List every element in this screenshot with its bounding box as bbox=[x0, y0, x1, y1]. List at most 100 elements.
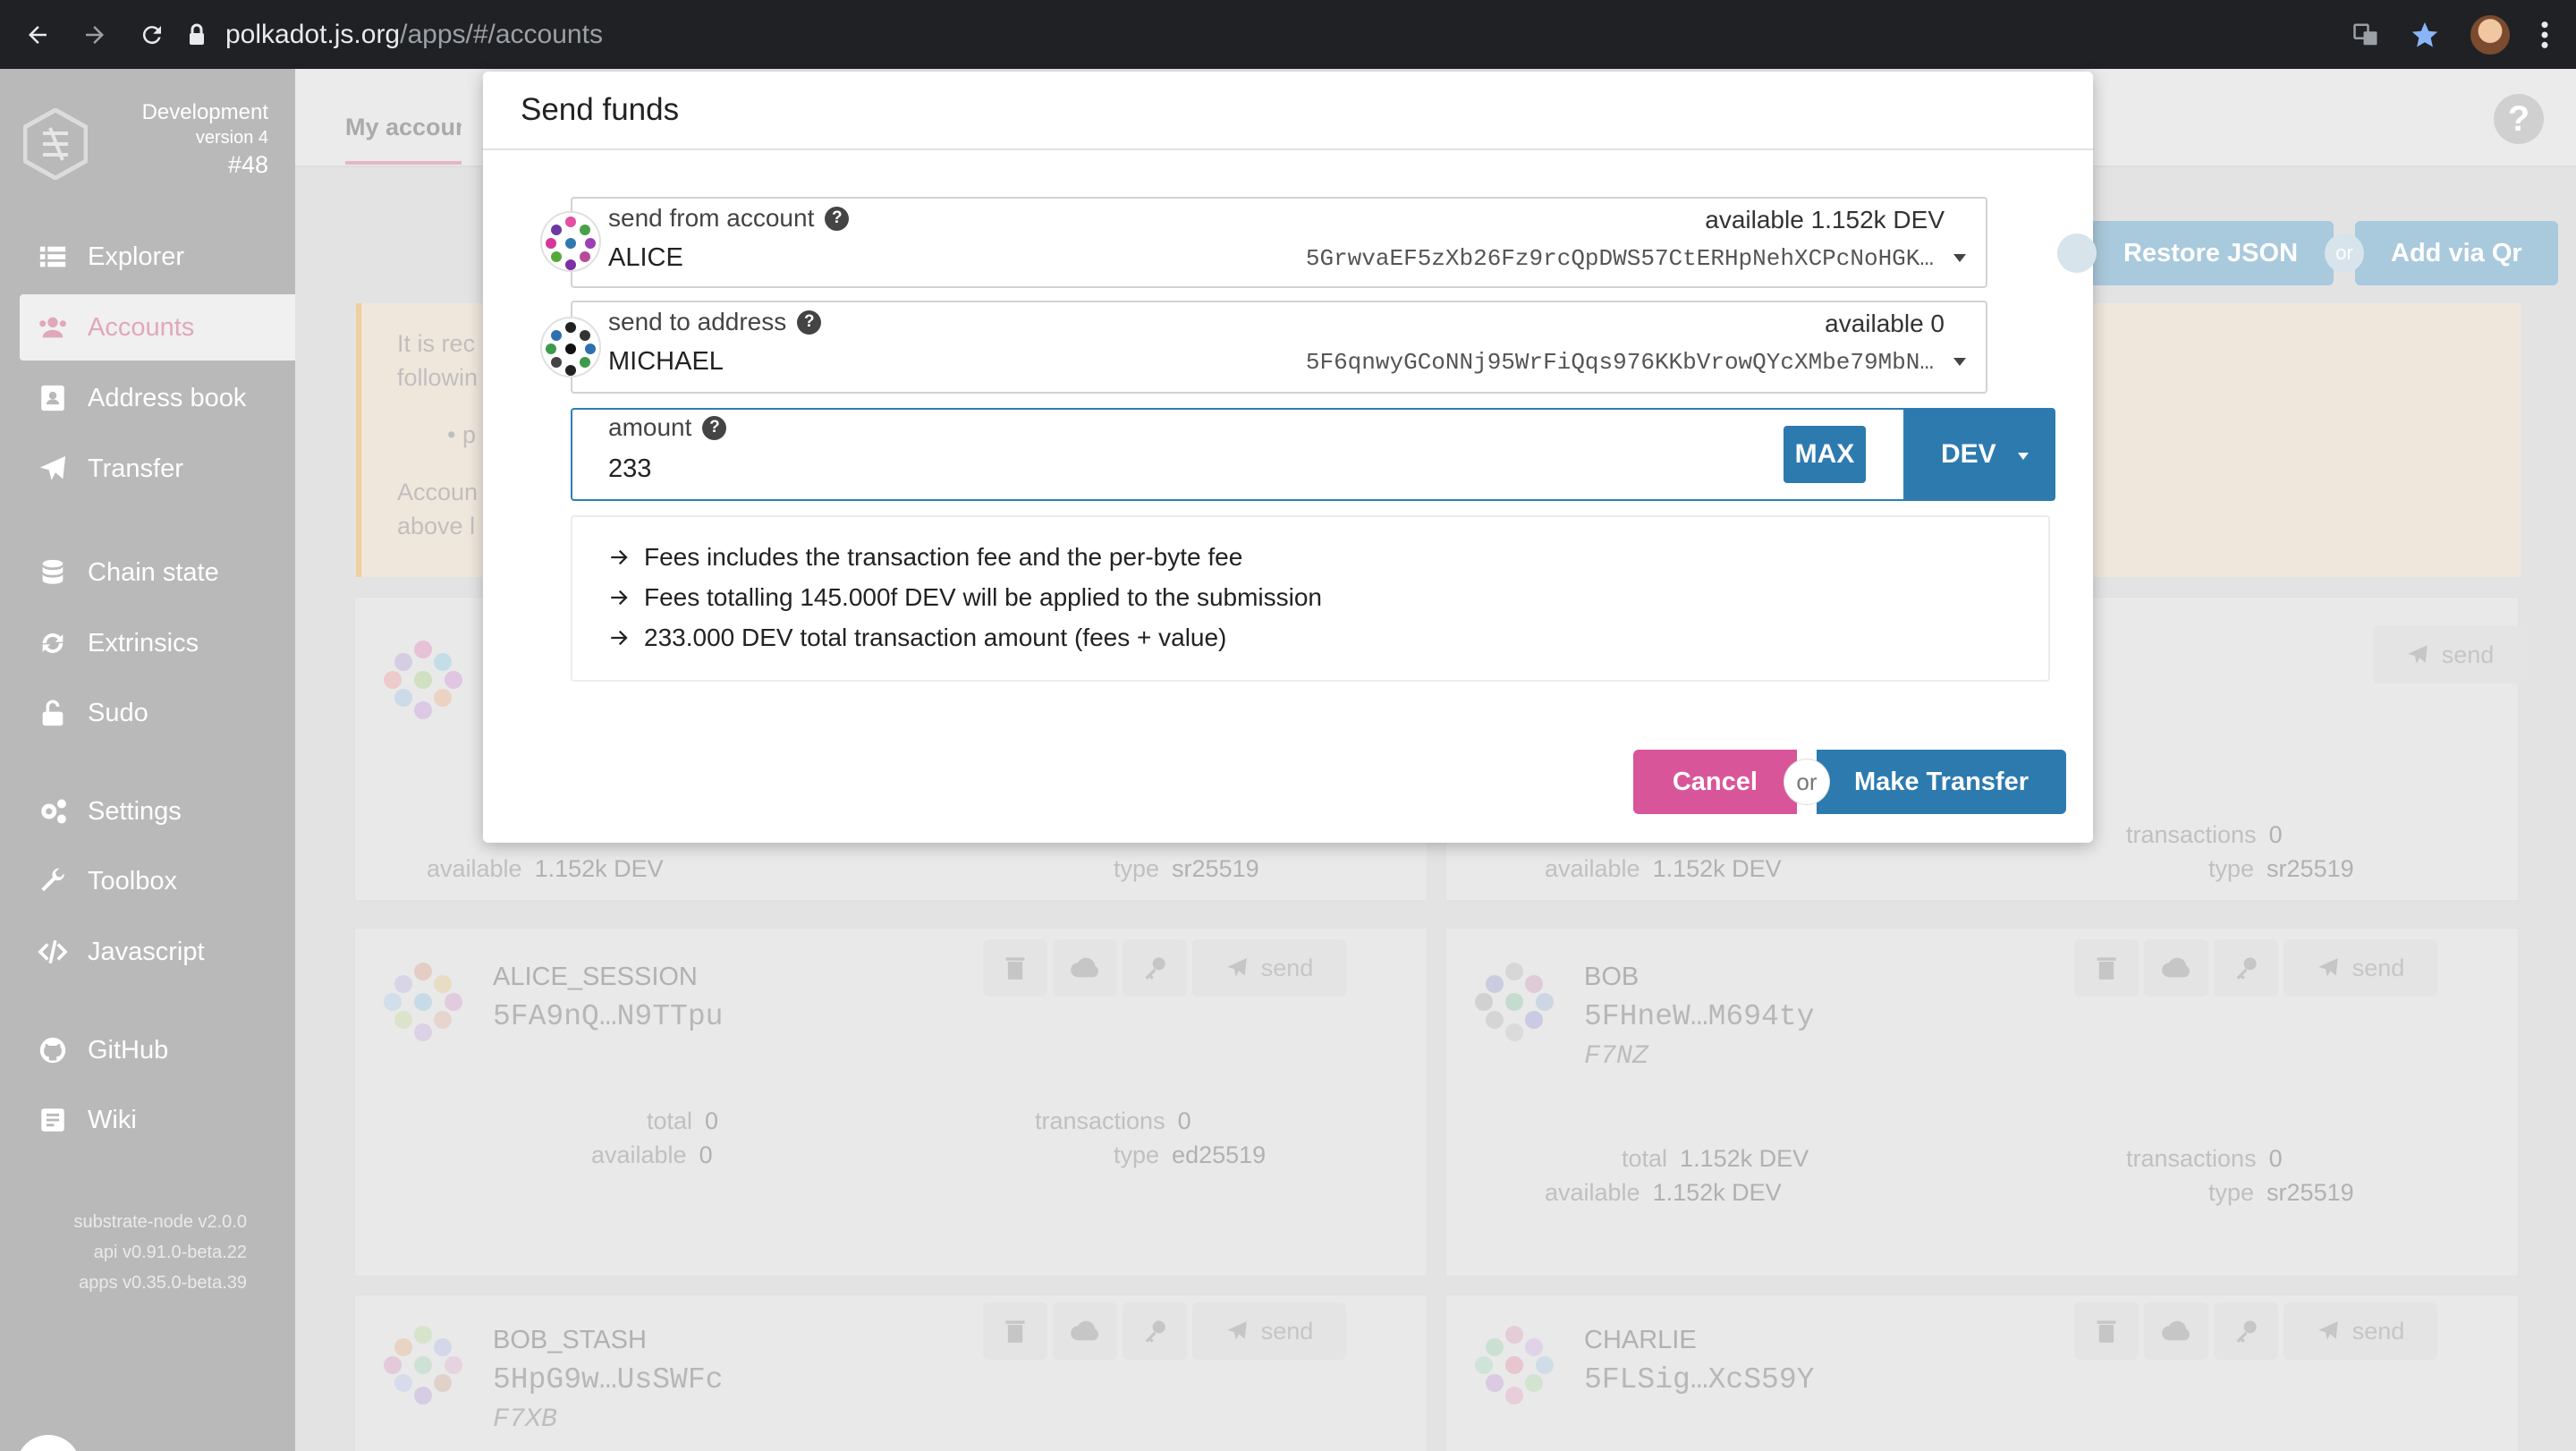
account-card-alice-session: ALICE_SESSION 5FA9nQ…N9TTpu send total 0 … bbox=[354, 928, 1428, 1277]
sidebar-footer: substrate-node v2.0.0 api v0.91.0-beta.2… bbox=[74, 1207, 247, 1298]
sidebar-item-settings[interactable]: Settings bbox=[20, 778, 295, 844]
change-password-button[interactable] bbox=[2214, 939, 2278, 997]
account-name: BOB_STASH bbox=[493, 1326, 647, 1354]
send-button[interactable]: send bbox=[1192, 1303, 1346, 1360]
cloud-download-icon bbox=[2162, 1320, 2190, 1341]
forget-button[interactable] bbox=[2074, 939, 2139, 997]
star-icon[interactable] bbox=[2410, 20, 2440, 50]
sidebar-item-javascript[interactable]: Javascript bbox=[20, 919, 295, 985]
send-label: send bbox=[2351, 954, 2405, 981]
account-actions: send bbox=[2074, 939, 2437, 997]
send-label: send bbox=[1260, 954, 1314, 981]
help-icon[interactable]: ? bbox=[797, 310, 822, 335]
fee-text: Fees includes the transaction fee and th… bbox=[644, 542, 1243, 571]
transactions-field: transactions 0 bbox=[2126, 821, 2283, 849]
sidebar-item-address-book[interactable]: Address book bbox=[20, 365, 295, 431]
notice-text: • p bbox=[447, 421, 476, 448]
code-icon bbox=[38, 939, 68, 964]
sidebar-item-label: Settings bbox=[88, 796, 182, 826]
account-address[interactable]: 5FLSig…XcS59Y bbox=[1584, 1363, 1814, 1396]
cancel-button[interactable]: Cancel bbox=[1632, 750, 1797, 814]
add-via-qr-button[interactable]: Add via Qr bbox=[2355, 221, 2558, 285]
key-icon bbox=[1145, 957, 1165, 980]
send-from-dropdown[interactable]: send from account? ALICE available 1.152… bbox=[571, 197, 1987, 288]
backup-button[interactable] bbox=[2144, 1303, 2208, 1360]
unlock-icon bbox=[42, 700, 64, 726]
change-password-button[interactable] bbox=[1123, 1303, 1187, 1360]
account-address[interactable]: 5FA9nQ…N9TTpu bbox=[493, 1000, 723, 1033]
backup-button[interactable] bbox=[2144, 939, 2208, 997]
address-bar[interactable]: polkadot.js.org/apps/#/accounts bbox=[188, 0, 603, 69]
back-button[interactable] bbox=[18, 15, 57, 55]
send-button[interactable]: send bbox=[1192, 939, 1346, 997]
unit-dropdown[interactable]: DEV bbox=[1905, 408, 2055, 501]
send-button[interactable]: send bbox=[2284, 939, 2437, 997]
available-value: 0 bbox=[699, 1141, 713, 1168]
total-field: total 0 bbox=[647, 1107, 718, 1135]
change-password-button[interactable] bbox=[1123, 939, 1187, 997]
collapse-sidebar-button[interactable]: « bbox=[16, 1435, 80, 1451]
sidebar-item-extrinsics[interactable]: Extrinsics bbox=[20, 610, 295, 676]
reload-button[interactable] bbox=[132, 15, 172, 55]
version-line1: Development bbox=[141, 100, 268, 124]
help-icon[interactable]: ? bbox=[702, 415, 727, 440]
account-address[interactable]: 5FHneW…M694ty bbox=[1584, 1000, 1814, 1033]
help-icon[interactable]: ? bbox=[825, 206, 850, 231]
version-info: Development version 4 #48 bbox=[142, 99, 268, 180]
notice-text: Accoun bbox=[397, 479, 479, 505]
backup-button[interactable] bbox=[1053, 939, 1117, 997]
sidebar-item-sudo[interactable]: Sudo bbox=[20, 680, 295, 746]
send-to-dropdown[interactable]: send to address? MICHAEL available 0 5F6… bbox=[571, 301, 1987, 394]
forget-button[interactable] bbox=[983, 939, 1047, 997]
sidebar-item-label: Chain state bbox=[88, 557, 219, 587]
restore-json-button[interactable]: Restore JSON bbox=[2088, 221, 2334, 285]
sync-icon bbox=[42, 633, 64, 653]
send-from-address: 5GrwvaEF5zXb26Fz9rcQpDWS57CtERHpNehXCPcN… bbox=[1305, 245, 1934, 272]
profile-avatar[interactable] bbox=[2470, 14, 2510, 55]
translate-icon[interactable] bbox=[2352, 21, 2379, 48]
total-label: total bbox=[647, 1107, 693, 1134]
reload-icon bbox=[142, 25, 161, 44]
send-button[interactable]: send bbox=[2373, 626, 2527, 683]
tab-my-accounts[interactable]: My accounts bbox=[345, 114, 462, 165]
kebab-menu-icon[interactable] bbox=[2540, 20, 2549, 50]
forward-button[interactable] bbox=[75, 15, 114, 55]
amount-input[interactable]: amount? 233 MAX bbox=[571, 408, 1905, 501]
account-address[interactable]: 5HpG9w…UsSWFc bbox=[493, 1363, 723, 1396]
transactions-label: transactions bbox=[2126, 1145, 2257, 1172]
transactions-field: transactions 0 bbox=[2126, 1145, 2283, 1173]
sidebar-item-explorer[interactable]: Explorer bbox=[20, 224, 295, 290]
send-label: send bbox=[2441, 641, 2495, 668]
paper-plane-icon bbox=[2318, 958, 2338, 977]
total-field: total 1.152k DEV bbox=[1622, 1145, 1809, 1173]
change-password-button[interactable] bbox=[2214, 1303, 2278, 1360]
github-icon bbox=[39, 1037, 66, 1064]
sidebar-item-label: Transfer bbox=[88, 454, 183, 483]
footer-api-version: api v0.91.0-beta.22 bbox=[93, 1243, 247, 1262]
sidebar-item-label: Extrinsics bbox=[88, 628, 199, 658]
sidebar-item-github[interactable]: GitHub bbox=[20, 1017, 295, 1083]
trash-icon bbox=[1005, 1320, 1025, 1343]
make-transfer-button[interactable]: Make Transfer bbox=[1816, 750, 2066, 814]
sidebar-item-chain-state[interactable]: Chain state bbox=[20, 539, 295, 606]
send-from-identicon bbox=[540, 211, 601, 272]
lock-icon bbox=[190, 23, 204, 45]
send-to-label: send to address? bbox=[608, 308, 822, 336]
sidebar-item-accounts[interactable]: Accounts bbox=[20, 294, 295, 361]
sidebar-item-toolbox[interactable]: Toolbox bbox=[20, 848, 295, 914]
account-actions: send bbox=[983, 939, 1346, 997]
available-field: available 1.152k DEV bbox=[1545, 855, 1782, 883]
sidebar-item-transfer[interactable]: Transfer bbox=[20, 436, 295, 502]
send-button[interactable]: send bbox=[2284, 1303, 2437, 1360]
help-icon[interactable]: ? bbox=[2494, 94, 2544, 144]
sidebar-item-wiki[interactable]: Wiki bbox=[20, 1087, 295, 1153]
forget-button[interactable] bbox=[983, 1303, 1047, 1360]
type-value: sr25519 bbox=[1172, 855, 1259, 882]
forget-button[interactable] bbox=[2074, 1303, 2139, 1360]
cloud-download-icon bbox=[2162, 957, 2190, 978]
max-button[interactable]: MAX bbox=[1784, 426, 1866, 483]
available-label: available bbox=[427, 855, 522, 882]
amount-value[interactable]: 233 bbox=[608, 454, 651, 484]
transactions-label: transactions bbox=[1035, 1107, 1165, 1134]
backup-button[interactable] bbox=[1053, 1303, 1117, 1360]
